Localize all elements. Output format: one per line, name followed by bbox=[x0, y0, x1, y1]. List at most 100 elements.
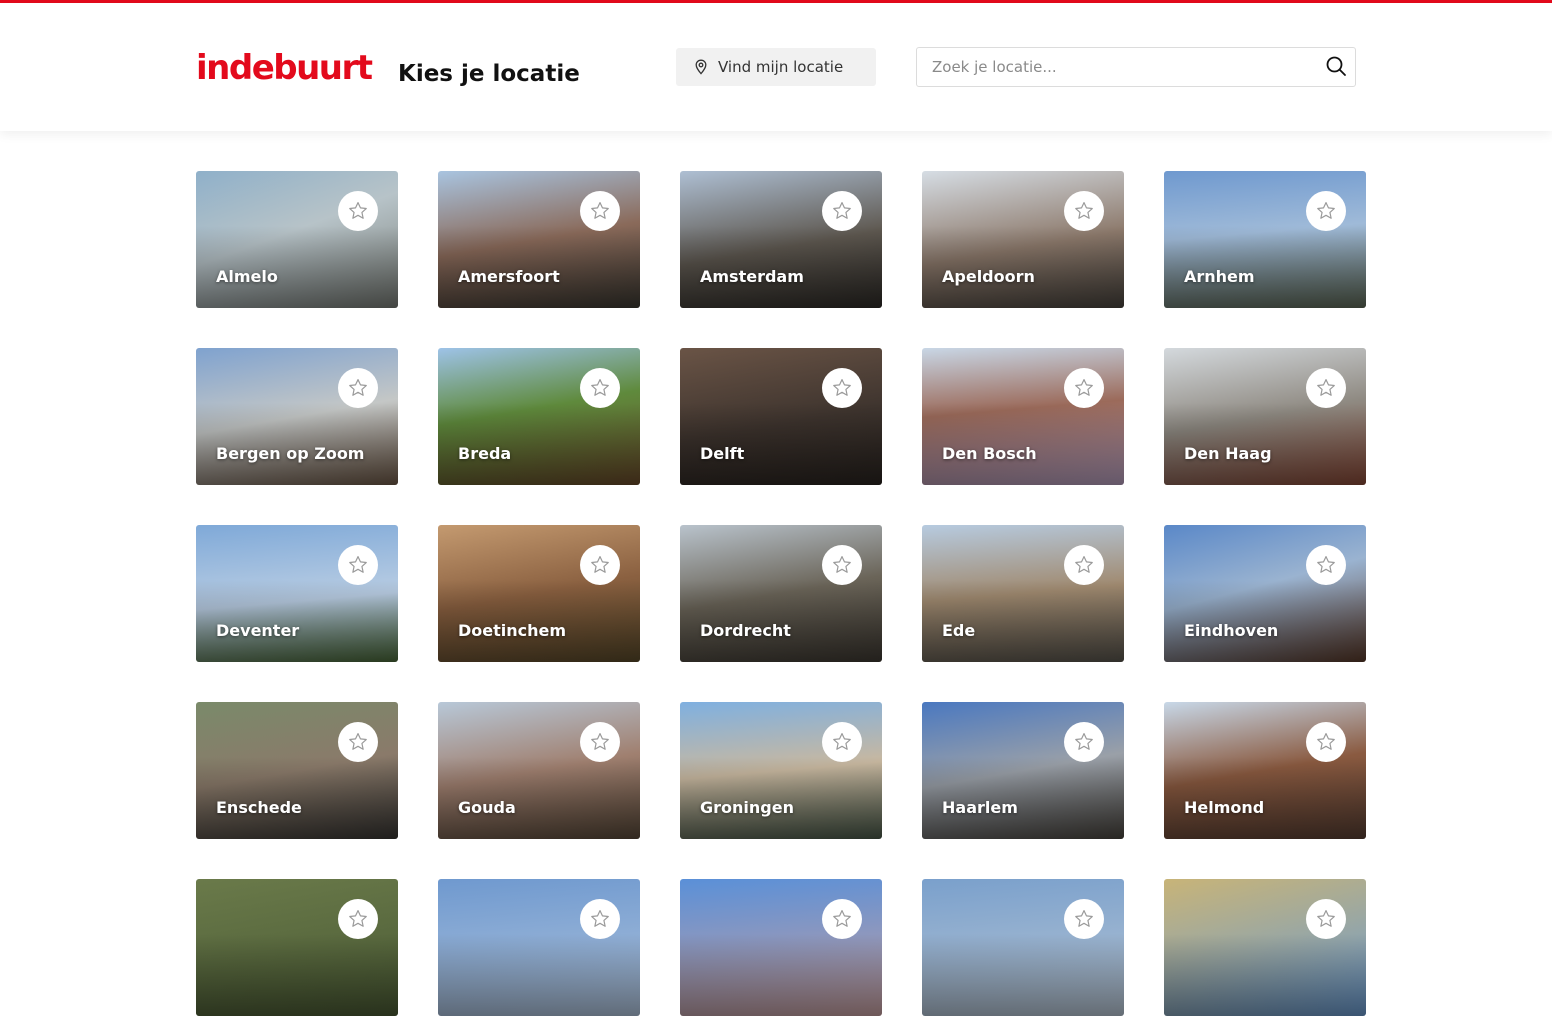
city-name: Breda bbox=[458, 444, 512, 463]
search-icon[interactable] bbox=[1325, 55, 1347, 77]
city-name: Helmond bbox=[1184, 798, 1265, 817]
star-outline-icon bbox=[591, 201, 609, 219]
favorite-button[interactable] bbox=[822, 545, 862, 585]
city-card[interactable] bbox=[922, 879, 1124, 1016]
city-name: Haarlem bbox=[942, 798, 1018, 817]
location-search-input[interactable] bbox=[917, 48, 1317, 86]
favorite-button[interactable] bbox=[338, 722, 378, 762]
city-card[interactable]: Eindhoven bbox=[1164, 525, 1366, 662]
favorite-button[interactable] bbox=[580, 368, 620, 408]
favorite-button[interactable] bbox=[1064, 368, 1104, 408]
city-card[interactable] bbox=[680, 879, 882, 1016]
star-outline-icon bbox=[349, 555, 367, 573]
favorite-button[interactable] bbox=[580, 722, 620, 762]
city-card[interactable]: Bergen op Zoom bbox=[196, 348, 398, 485]
city-card[interactable]: Helmond bbox=[1164, 702, 1366, 839]
favorite-button[interactable] bbox=[1306, 545, 1346, 585]
star-outline-icon bbox=[1317, 378, 1335, 396]
location-search-box bbox=[916, 47, 1356, 87]
city-card[interactable]: Ede bbox=[922, 525, 1124, 662]
star-outline-icon bbox=[1317, 201, 1335, 219]
favorite-button[interactable] bbox=[338, 191, 378, 231]
city-grid: Almelo Amersfoort Amsterdam Apeldoorn Arnhem… bbox=[196, 171, 1366, 1016]
favorite-button[interactable] bbox=[580, 899, 620, 939]
star-outline-icon bbox=[349, 201, 367, 219]
city-photo bbox=[922, 525, 1124, 662]
city-photo bbox=[680, 702, 882, 839]
star-outline-icon bbox=[833, 909, 851, 927]
city-photo bbox=[196, 171, 398, 308]
star-outline-icon bbox=[591, 555, 609, 573]
city-card[interactable]: Deventer bbox=[196, 525, 398, 662]
city-card[interactable]: Apeldoorn bbox=[922, 171, 1124, 308]
favorite-button[interactable] bbox=[1306, 191, 1346, 231]
city-card[interactable]: Haarlem bbox=[922, 702, 1124, 839]
city-name: Almelo bbox=[216, 267, 278, 286]
city-card[interactable]: Gouda bbox=[438, 702, 640, 839]
star-outline-icon bbox=[591, 909, 609, 927]
city-name: Den Haag bbox=[1184, 444, 1272, 463]
city-card[interactable]: Enschede bbox=[196, 702, 398, 839]
favorite-button[interactable] bbox=[822, 191, 862, 231]
city-card[interactable]: Doetinchem bbox=[438, 525, 640, 662]
city-card[interactable] bbox=[196, 879, 398, 1016]
favorite-button[interactable] bbox=[822, 368, 862, 408]
star-outline-icon bbox=[833, 555, 851, 573]
city-card[interactable]: Amsterdam bbox=[680, 171, 882, 308]
favorite-button[interactable] bbox=[1306, 368, 1346, 408]
city-photo bbox=[438, 702, 640, 839]
city-card[interactable]: Amersfoort bbox=[438, 171, 640, 308]
indebuurt-logo[interactable]: indebuurt bbox=[196, 48, 373, 88]
find-my-location-label: Vind mijn locatie bbox=[718, 58, 844, 76]
favorite-button[interactable] bbox=[1306, 899, 1346, 939]
star-outline-icon bbox=[833, 732, 851, 750]
city-photo bbox=[438, 348, 640, 485]
star-outline-icon bbox=[1075, 201, 1093, 219]
star-outline-icon bbox=[349, 732, 367, 750]
city-photo bbox=[1164, 171, 1366, 308]
city-name: Delft bbox=[700, 444, 745, 463]
city-card[interactable] bbox=[1164, 879, 1366, 1016]
favorite-button[interactable] bbox=[338, 545, 378, 585]
page-title: Kies je locatie bbox=[398, 61, 580, 87]
favorite-button[interactable] bbox=[822, 722, 862, 762]
city-card[interactable] bbox=[438, 879, 640, 1016]
favorite-button[interactable] bbox=[580, 191, 620, 231]
city-photo bbox=[680, 171, 882, 308]
favorite-button[interactable] bbox=[1064, 722, 1104, 762]
city-name: Groningen bbox=[700, 798, 794, 817]
favorite-button[interactable] bbox=[1064, 899, 1104, 939]
city-photo bbox=[196, 879, 398, 1016]
city-card[interactable]: Breda bbox=[438, 348, 640, 485]
city-photo bbox=[922, 879, 1124, 1016]
city-name: Bergen op Zoom bbox=[216, 444, 365, 463]
city-card[interactable]: Groningen bbox=[680, 702, 882, 839]
favorite-button[interactable] bbox=[338, 368, 378, 408]
city-name: Eindhoven bbox=[1184, 621, 1279, 640]
star-outline-icon bbox=[1075, 378, 1093, 396]
city-photo bbox=[438, 525, 640, 662]
star-outline-icon bbox=[1075, 555, 1093, 573]
city-card[interactable]: Dordrecht bbox=[680, 525, 882, 662]
find-my-location-button[interactable]: Vind mijn locatie bbox=[676, 48, 876, 86]
city-photo bbox=[1164, 879, 1366, 1016]
city-photo bbox=[680, 525, 882, 662]
star-outline-icon bbox=[349, 909, 367, 927]
city-card[interactable]: Almelo bbox=[196, 171, 398, 308]
favorite-button[interactable] bbox=[822, 899, 862, 939]
city-photo bbox=[680, 348, 882, 485]
city-card[interactable]: Delft bbox=[680, 348, 882, 485]
city-name: Amersfoort bbox=[458, 267, 560, 286]
city-name: Dordrecht bbox=[700, 621, 791, 640]
city-name: Deventer bbox=[216, 621, 300, 640]
city-card[interactable]: Den Bosch bbox=[922, 348, 1124, 485]
favorite-button[interactable] bbox=[1064, 545, 1104, 585]
city-card[interactable]: Den Haag bbox=[1164, 348, 1366, 485]
favorite-button[interactable] bbox=[338, 899, 378, 939]
city-photo bbox=[680, 879, 882, 1016]
city-name: Den Bosch bbox=[942, 444, 1037, 463]
favorite-button[interactable] bbox=[1306, 722, 1346, 762]
city-card[interactable]: Arnhem bbox=[1164, 171, 1366, 308]
favorite-button[interactable] bbox=[1064, 191, 1104, 231]
favorite-button[interactable] bbox=[580, 545, 620, 585]
